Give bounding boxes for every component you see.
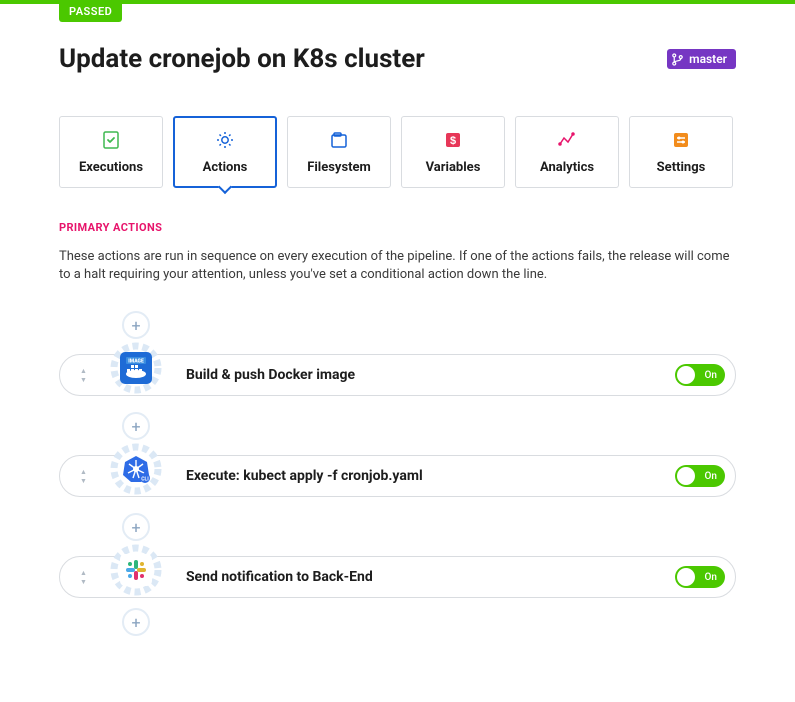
tab-label: Analytics [540, 160, 594, 175]
tabs: Executions Actions Filesystem $ Variable… [59, 116, 736, 188]
drag-handle[interactable] [80, 367, 86, 384]
actions-icon [215, 130, 235, 150]
tab-executions[interactable]: Executions [59, 116, 163, 188]
svg-text:IMAGE: IMAGE [128, 359, 144, 365]
tab-label: Variables [426, 160, 481, 175]
docker-icon: IMAGE [120, 352, 152, 384]
toggle-knob [677, 366, 695, 384]
action-icon-container: CLI [109, 442, 163, 496]
toggle-text: On [705, 572, 717, 583]
action-toggle[interactable]: On [675, 566, 725, 588]
status-badge: PASSED [59, 0, 122, 22]
tab-analytics[interactable]: Analytics [515, 116, 619, 188]
add-action-button[interactable]: + [122, 513, 150, 541]
tab-label: Executions [79, 160, 143, 175]
action-icon-container: IMAGE [109, 341, 163, 395]
tab-filesystem[interactable]: Filesystem [287, 116, 391, 188]
section-description: These actions are run in sequence on eve… [59, 248, 736, 284]
action-toggle[interactable]: On [675, 465, 725, 487]
toggle-text: On [705, 471, 717, 482]
section-title: PRIMARY ACTIONS [59, 221, 736, 234]
action-label: Send notification to Back-End [186, 569, 675, 585]
svg-text:CLI: CLI [141, 477, 149, 483]
executions-icon [101, 130, 121, 150]
toggle-knob [677, 568, 695, 586]
page-title: Update cronejob on K8s cluster [59, 44, 425, 74]
add-action-button[interactable]: + [122, 412, 150, 440]
tab-label: Filesystem [307, 160, 371, 175]
tab-settings[interactable]: Settings [629, 116, 733, 188]
drag-handle[interactable] [80, 569, 86, 586]
action-toggle[interactable]: On [675, 364, 725, 386]
toggle-text: On [705, 370, 717, 381]
add-action-button[interactable]: + [122, 311, 150, 339]
tab-actions[interactable]: Actions [173, 116, 277, 188]
tab-variables[interactable]: $ Variables [401, 116, 505, 188]
action-label: Build & push Docker image [186, 367, 675, 383]
filesystem-icon [329, 130, 349, 150]
toggle-knob [677, 467, 695, 485]
settings-icon [671, 130, 691, 150]
branch-icon [671, 53, 684, 66]
add-action-button[interactable]: + [122, 608, 150, 636]
action-icon-container [109, 543, 163, 597]
tab-label: Settings [657, 160, 706, 175]
analytics-icon [557, 130, 577, 150]
variables-icon: $ [443, 130, 463, 150]
kubernetes-icon: CLI [120, 453, 152, 485]
action-label: Execute: kubect apply -f cronjob.yaml [186, 468, 675, 484]
svg-text:$: $ [450, 135, 456, 147]
slack-icon [120, 554, 152, 586]
tab-label: Actions [203, 160, 248, 175]
drag-handle[interactable] [80, 468, 86, 485]
branch-label: master [689, 52, 727, 66]
branch-badge[interactable]: master [667, 49, 736, 69]
